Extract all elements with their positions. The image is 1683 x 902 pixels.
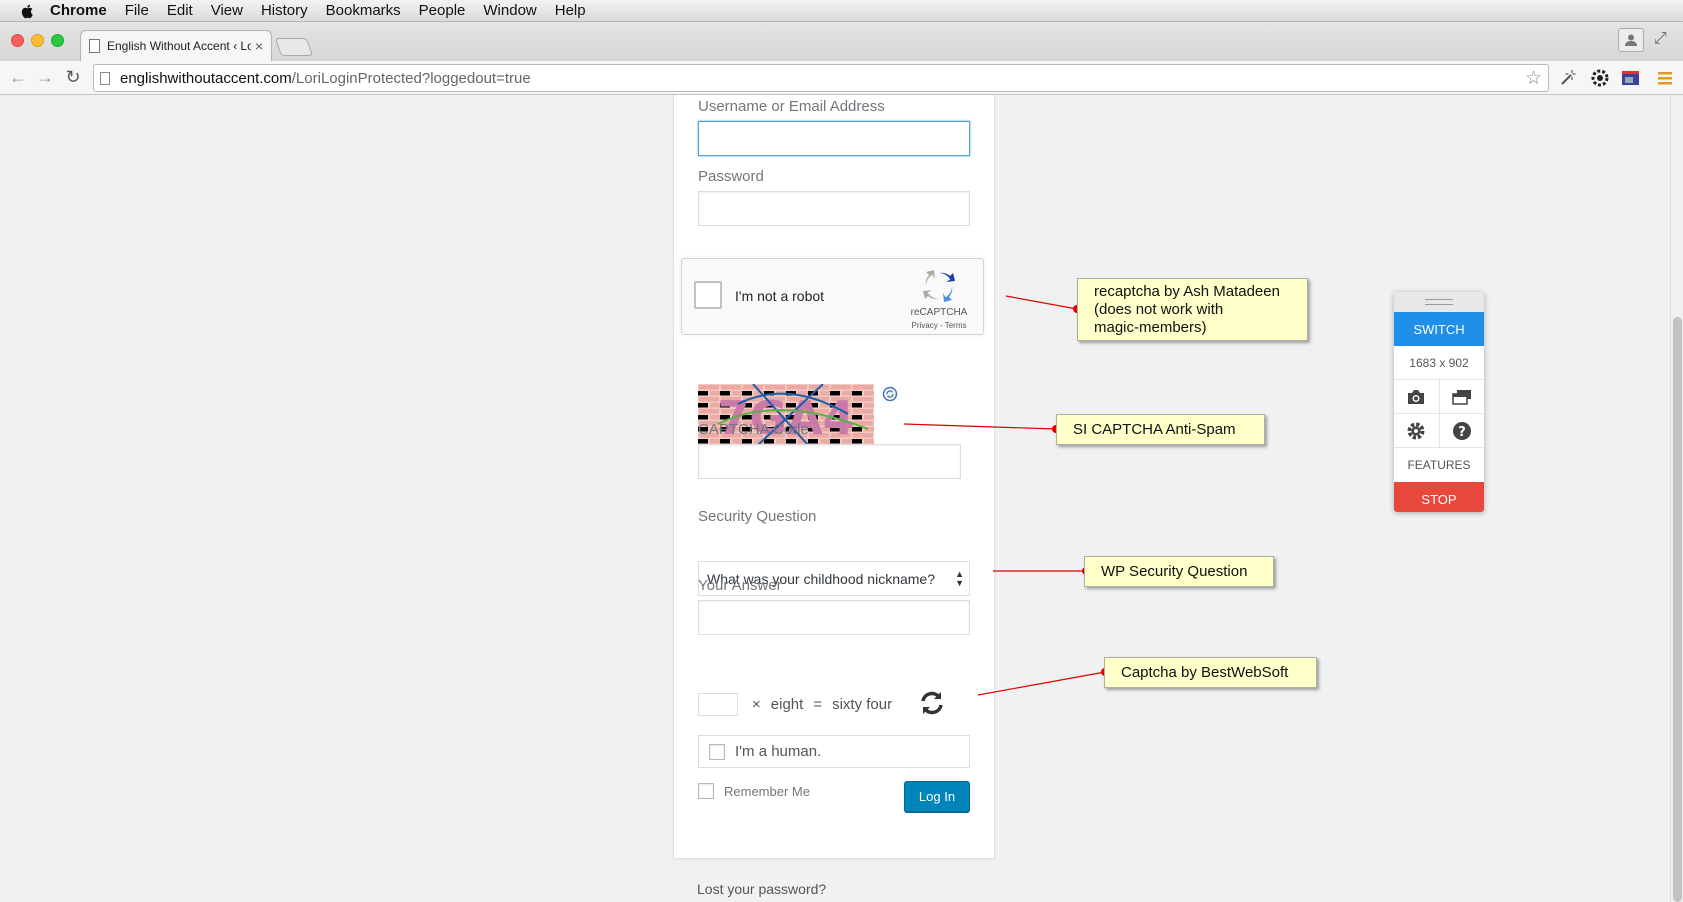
login-button[interactable]: Log In xyxy=(904,781,970,812)
page-icon xyxy=(89,39,100,53)
captcha-refresh-icon[interactable] xyxy=(882,386,898,402)
fullscreen-icon[interactable]: ⤢ xyxy=(1654,30,1667,48)
math-equals: = xyxy=(813,696,823,713)
extension-wand-icon[interactable] xyxy=(1557,67,1579,89)
password-label: Password xyxy=(698,168,764,185)
tab-close-icon[interactable]: × xyxy=(255,38,263,54)
login-form: Username or Email Address Password I'm n… xyxy=(673,95,995,859)
captcha-code-label: CAPTCHA Code xyxy=(698,421,809,438)
forward-icon[interactable]: → xyxy=(35,67,55,88)
page-viewport: Username or Email Address Password I'm n… xyxy=(0,95,1670,902)
windows-icon xyxy=(1452,389,1471,405)
math-result: sixty four xyxy=(832,696,893,713)
menu-edit[interactable]: Edit xyxy=(167,2,193,19)
mac-menubar: Chrome File Edit View History Bookmarks … xyxy=(0,0,1683,22)
profile-button[interactable] xyxy=(1618,28,1644,52)
person-icon xyxy=(1625,34,1637,46)
select-arrows-icon: ▲ ▼ xyxy=(955,569,964,588)
answer-label: Your Answer xyxy=(698,577,782,594)
annotation-recaptcha: recaptcha by Ash Matadeen (does not work… xyxy=(1077,278,1308,341)
security-question-label: Security Question xyxy=(698,508,817,525)
username-input[interactable] xyxy=(698,121,970,156)
stop-button[interactable]: STOP xyxy=(1394,482,1484,512)
new-tab-button[interactable] xyxy=(274,38,314,56)
scrollbar-thumb[interactable] xyxy=(1673,317,1682,902)
page-icon xyxy=(100,71,110,85)
math-operand: eight xyxy=(770,696,804,713)
recaptcha-privacy-terms-link[interactable]: Privacy - Terms xyxy=(904,321,974,330)
size-readout: 1683 x 902 xyxy=(1394,346,1484,380)
remember-me: Remember Me xyxy=(698,783,810,799)
svg-text:?: ? xyxy=(1458,425,1466,440)
help-button[interactable]: ? xyxy=(1440,414,1485,447)
username-label: Username or Email Address xyxy=(698,98,885,115)
minimize-window-button[interactable] xyxy=(31,34,44,47)
settings-button[interactable] xyxy=(1394,414,1440,447)
math-captcha-input[interactable] xyxy=(698,693,738,716)
human-checkbox[interactable] xyxy=(709,743,725,760)
bookmark-star-icon[interactable]: ☆ xyxy=(1525,67,1542,90)
menu-help[interactable]: Help xyxy=(555,2,586,19)
gear-icon xyxy=(1407,422,1425,439)
menu-bookmarks[interactable]: Bookmarks xyxy=(326,2,401,19)
menu-window[interactable]: Window xyxy=(483,2,536,19)
apple-icon[interactable] xyxy=(20,3,36,19)
human-check: I'm a human. xyxy=(698,735,970,768)
lost-password-link[interactable]: Lost your password? xyxy=(697,881,826,897)
arrow-bestwebsoft xyxy=(977,663,1118,696)
help-icon: ? xyxy=(1452,421,1471,440)
close-window-button[interactable] xyxy=(11,34,24,47)
annotation-security-question: WP Security Question xyxy=(1084,556,1274,587)
recaptcha-label: I'm not a robot xyxy=(735,288,825,304)
menu-view[interactable]: View xyxy=(211,2,243,19)
zoom-window-button[interactable] xyxy=(51,34,64,47)
screenshot-button[interactable] xyxy=(1394,380,1440,413)
extension-gear-icon[interactable] xyxy=(1589,67,1611,89)
math-operator: × xyxy=(752,696,761,713)
url-host: englishwithoutaccent.com xyxy=(120,69,292,87)
chrome-menu-icon[interactable] xyxy=(1654,67,1676,89)
menu-history[interactable]: History xyxy=(261,2,308,19)
extension-window-icon[interactable] xyxy=(1620,67,1642,89)
arrow-recaptcha xyxy=(1005,295,1090,318)
recaptcha-widget: I'm not a robot reCAPTCHA Privacy - Term… xyxy=(681,258,984,335)
menu-file[interactable]: File xyxy=(125,2,149,19)
back-icon[interactable]: ← xyxy=(8,67,28,88)
features-button[interactable]: FEATURES xyxy=(1394,448,1484,482)
math-captcha: × eight = sixty four xyxy=(698,692,902,717)
layers-button[interactable] xyxy=(1440,380,1485,413)
reload-icon[interactable]: ↻ xyxy=(63,67,83,88)
remember-checkbox[interactable] xyxy=(698,783,714,799)
recaptcha-brand: reCAPTCHA xyxy=(910,307,968,318)
switch-button[interactable]: SWITCH xyxy=(1394,312,1484,346)
url-path: /LoriLoginProtected?loggedout=true xyxy=(291,69,531,87)
window-resizer-widget: SWITCH 1683 x 902 ? FEATURES STOP xyxy=(1394,292,1484,512)
drag-handle[interactable] xyxy=(1394,292,1484,312)
camera-icon xyxy=(1408,389,1425,404)
page-scrollbar[interactable] xyxy=(1670,95,1683,902)
annotation-bestwebsoft: Captcha by BestWebSoft xyxy=(1104,657,1317,688)
annotation-si-captcha: SI CAPTCHA Anti-Spam xyxy=(1056,414,1265,445)
menu-chrome[interactable]: Chrome xyxy=(50,2,107,19)
captcha-code-input[interactable] xyxy=(698,444,961,479)
remember-label: Remember Me xyxy=(724,783,810,799)
answer-input[interactable] xyxy=(698,600,970,635)
human-label: I'm a human. xyxy=(735,743,822,760)
address-bar[interactable]: englishwithoutaccent.com/LoriLoginProtec… xyxy=(93,64,1549,92)
password-input[interactable] xyxy=(698,191,970,226)
browser-toolbar: ← → ↻ englishwithoutaccent.com/LoriLogin… xyxy=(0,61,1683,95)
tab-title: English Without Accent ‹ Lo xyxy=(107,39,251,53)
recaptcha-checkbox[interactable] xyxy=(694,281,722,309)
recaptcha-logo-icon xyxy=(923,270,955,302)
menu-people[interactable]: People xyxy=(419,2,466,19)
browser-tab[interactable]: English Without Accent ‹ Lo × xyxy=(80,30,272,61)
tab-strip: English Without Accent ‹ Lo × ⤢ xyxy=(0,22,1683,61)
math-refresh-icon[interactable] xyxy=(917,688,947,718)
